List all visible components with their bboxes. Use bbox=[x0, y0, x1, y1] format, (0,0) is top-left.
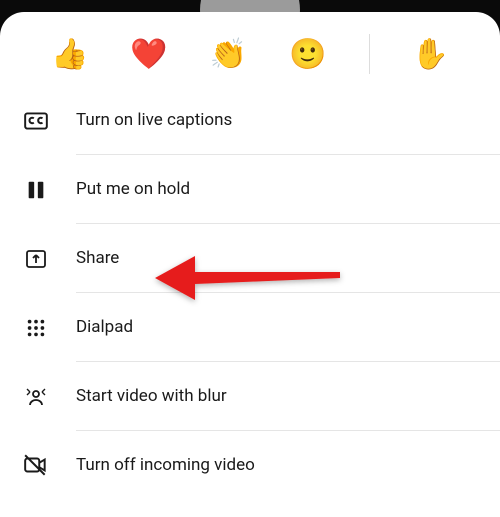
menu-label: Start video with blur bbox=[76, 386, 227, 406]
captions-icon bbox=[22, 107, 50, 135]
menu-label: Turn off incoming video bbox=[76, 455, 255, 475]
menu-label: Turn on live captions bbox=[76, 110, 232, 130]
blur-icon bbox=[22, 383, 50, 411]
menu-item-captions[interactable]: Turn on live captions bbox=[22, 86, 500, 155]
reaction-raise-hand[interactable]: ✋ bbox=[412, 37, 449, 72]
pause-icon bbox=[22, 176, 50, 204]
reaction-thumbs-up[interactable]: 👍 bbox=[51, 37, 88, 72]
video-off-icon bbox=[22, 451, 50, 479]
share-icon bbox=[22, 245, 50, 273]
menu-label: Share bbox=[76, 248, 119, 268]
reaction-heart[interactable]: ❤️ bbox=[130, 37, 167, 72]
menu-label: Dialpad bbox=[76, 317, 133, 337]
reaction-clap[interactable]: 👏 bbox=[210, 37, 247, 72]
menu-list: Turn on live captions Put me on hold bbox=[0, 86, 500, 499]
menu-item-incoming-off[interactable]: Turn off incoming video bbox=[22, 431, 500, 499]
menu-item-hold[interactable]: Put me on hold bbox=[22, 155, 500, 224]
reaction-smile[interactable]: 🙂 bbox=[289, 37, 326, 72]
action-sheet: 👍 ❤️ 👏 🙂 ✋ Turn on live captions bbox=[0, 12, 500, 517]
menu-item-share[interactable]: Share bbox=[22, 224, 500, 293]
divider bbox=[369, 34, 370, 74]
menu-label: Put me on hold bbox=[76, 179, 190, 199]
menu-item-blur[interactable]: Start video with blur bbox=[22, 362, 500, 431]
menu-item-dialpad[interactable]: Dialpad bbox=[22, 293, 500, 362]
dialpad-icon bbox=[22, 314, 50, 342]
reaction-bar: 👍 ❤️ 👏 🙂 ✋ bbox=[0, 12, 500, 86]
